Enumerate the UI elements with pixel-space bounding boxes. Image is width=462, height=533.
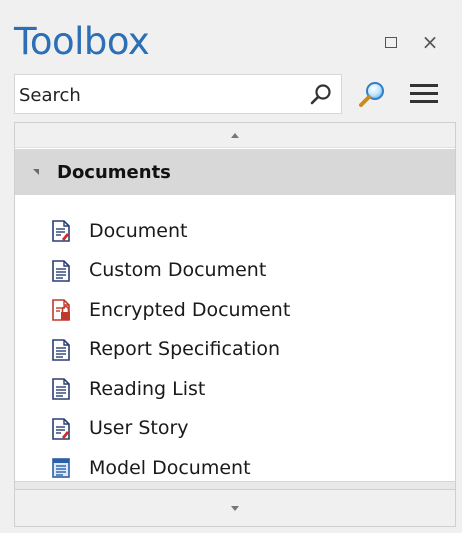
title-bar: Toolbox × [0,0,462,72]
maximize-icon [385,36,397,48]
scroll-up-button[interactable] [15,123,455,148]
search-box [14,74,342,115]
model-document-icon [52,458,70,478]
toolbox-item-encrypted-document[interactable]: Encrypted Document [15,290,455,330]
search-row [14,74,456,115]
maximize-button[interactable] [381,32,401,52]
toolbox-item-custom-document[interactable]: Custom Document [15,251,455,291]
user-story-icon [52,417,70,440]
item-label: Custom Document [89,259,267,282]
toolbox-item-reading-list[interactable]: Reading List [15,369,455,409]
toolbox-panel: Documents Document Custom Document Encry… [14,122,456,527]
document-icon [52,220,70,242]
section-header-documents[interactable]: Documents [15,149,455,195]
menu-icon[interactable] [410,84,440,106]
item-label: Encrypted Document [89,298,291,321]
item-label: Reading List [89,377,206,400]
window-title: Toolbox [14,20,150,63]
toolbox-item-user-story[interactable]: User Story [15,409,455,449]
documents-item-list: Document Custom Document Encrypted Docum… [15,211,455,488]
chevron-up-icon [231,132,239,138]
item-label: User Story [89,417,189,440]
item-label: Document [89,219,188,242]
chevron-down-icon [231,505,239,511]
find-icon[interactable] [357,80,387,110]
custom-document-icon [52,259,70,282]
reading-list-icon [52,378,70,400]
close-button[interactable]: × [420,32,440,52]
report-specification-icon [52,338,70,361]
toolbox-item-document[interactable]: Document [15,211,455,251]
section-title: Documents [57,161,171,183]
toolbox-item-report-specification[interactable]: Report Specification [15,330,455,370]
scroll-down-button[interactable] [15,489,455,526]
search-input[interactable] [15,75,301,115]
toolbox-window: Toolbox × Search Documents Document Cust… [0,0,462,533]
expand-arrow-icon [33,169,39,175]
item-label: Report Specification [89,338,281,361]
encrypted-document-icon [52,299,70,321]
search-icon[interactable] [309,83,333,107]
close-icon: × [421,30,439,54]
item-label: Model Document [89,456,251,479]
